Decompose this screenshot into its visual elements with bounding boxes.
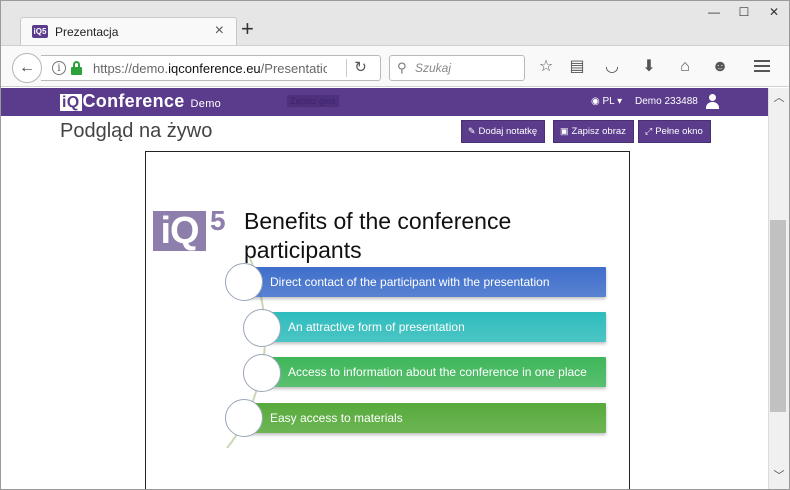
expand-icon: ⤢ [645,126,653,136]
benefit-item-3: Access to information about the conferen… [264,357,606,387]
benefit-item-4: Easy access to materials [246,403,606,433]
favicon-icon: iQ5 [32,25,48,38]
bullet-circle-2 [243,309,281,347]
info-icon[interactable]: i [52,61,66,75]
browser-window: iQ5 Prezentacja × + — ☐ ✕ i https://demo… [0,0,790,490]
vertical-scrollbar[interactable]: ︿ ﹀ [768,88,789,489]
download-icon[interactable]: ⬇ [639,57,659,77]
benefit-item-2: An attractive form of presentation [264,312,606,342]
close-tab-icon[interactable]: × [215,22,224,40]
user-icon[interactable] [705,94,720,109]
bullet-circle-1 [225,263,263,301]
maximize-icon[interactable]: ☐ [729,1,759,25]
window-controls: — ☐ ✕ [699,1,789,25]
full-window-button[interactable]: ⤢ Pełne okno [638,120,711,143]
scroll-up-arrow-icon[interactable]: ︿ [769,89,789,105]
caret-down-icon: ▾ [617,96,623,107]
site-header: iQ Conference Demo Zapisz głos ◉ PL ▾ Demo… [1,88,768,116]
bullet-circle-3 [243,354,281,392]
bullet-circle-4 [225,399,263,437]
slide-logo: iQ 5 [153,205,234,261]
new-tab-icon[interactable]: + [241,18,254,40]
add-note-button[interactable]: ✎ Dodaj notatkę [461,120,546,143]
site-logo[interactable]: iQ Conference Demo [60,91,221,112]
search-input[interactable] [415,60,520,76]
close-window-icon[interactable]: ✕ [759,1,789,25]
address-bar[interactable]: i https://demo.iqconference.eu/Presentat… [41,55,381,81]
navigation-bar: i https://demo.iqconference.eu/Presentat… [1,45,789,87]
browser-tab[interactable]: iQ5 Prezentacja × [20,17,237,46]
url-text[interactable]: https://demo.iqconference.eu/Presentatio… [93,61,327,76]
tab-title: Prezentacja [55,25,119,39]
reading-list-icon[interactable]: ▤ [567,57,587,77]
save-image-button[interactable]: ▣ Zapisz obraz [553,120,634,143]
search-box[interactable]: ⚲ [389,55,525,81]
menu-icon[interactable] [752,57,772,77]
globe-icon: ◉ [591,96,600,107]
scroll-down-arrow-icon[interactable]: ﹀ [769,467,789,483]
language-selector[interactable]: ◉ PL ▾ [591,96,622,107]
benefit-item-1: Direct contact of the participant with t… [246,267,606,297]
pocket-icon[interactable]: ◡ [602,57,622,77]
hidden-nav-link[interactable]: Zapisz głos [287,95,339,107]
search-icon: ⚲ [397,60,407,75]
bookmark-star-icon[interactable]: ☆ [536,57,556,77]
scrollbar-thumb[interactable] [770,220,786,412]
home-icon[interactable]: ⌂ [675,57,695,77]
smiley-icon[interactable]: ☻ [710,57,730,77]
title-bar: iQ5 Prezentacja × + — ☐ ✕ [1,1,789,46]
slide-title: Benefits of the conference participants [244,208,512,263]
pencil-icon: ✎ [468,126,476,136]
minimize-icon[interactable]: — [699,1,729,25]
presentation-slide: iQ 5 Benefits of the conference particip… [145,151,630,489]
page-title: Podgląd na żywo [60,120,213,142]
image-file-icon: ▣ [560,126,569,136]
user-name[interactable]: Demo 233488 [635,96,698,107]
back-arrow-icon[interactable]: ← [12,53,42,83]
reload-icon[interactable]: ↻ [346,59,374,77]
lock-icon[interactable] [71,61,82,75]
